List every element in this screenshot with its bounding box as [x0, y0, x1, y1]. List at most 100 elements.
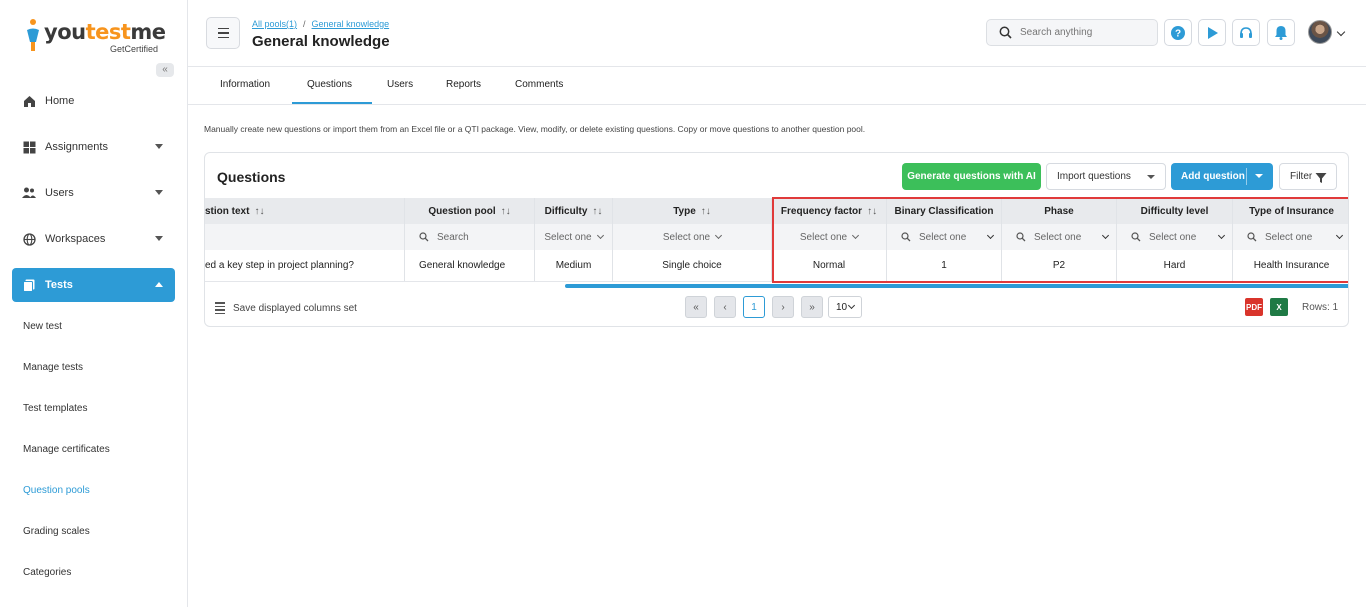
play-button[interactable] [1198, 19, 1226, 46]
sidebar-subitem-question-pools[interactable]: Question pools [23, 485, 90, 496]
page-title: General knowledge [252, 33, 390, 50]
column-header-phase[interactable]: Phase [1002, 198, 1117, 224]
horizontal-scrollbar[interactable] [565, 284, 1348, 288]
breadcrumb-current-link[interactable]: General knowledge [312, 19, 390, 29]
sidebar-subitem-test-templates[interactable]: Test templates [23, 403, 87, 414]
tab-reports[interactable]: Reports [446, 79, 481, 90]
filter-phase-select[interactable]: Select one [1002, 224, 1117, 250]
app: youtestme GetCertified « Home Assignment… [0, 0, 1366, 607]
questions-card: Questions Generate questions with AI Imp… [204, 152, 1349, 327]
sidebar: youtestme GetCertified « Home Assignment… [0, 0, 188, 607]
column-header-difficulty[interactable]: Difficulty ↑↓ [535, 198, 613, 224]
tab-questions[interactable]: Questions [307, 79, 352, 90]
tab-comments[interactable]: Comments [515, 79, 563, 90]
chevron-down-icon[interactable] [1255, 174, 1263, 178]
chevron-down-icon [847, 301, 856, 310]
top-header: All pools(1) / General knowledge General… [188, 0, 1366, 67]
search-icon [1247, 232, 1257, 242]
filter-type-of-insurance-select[interactable]: Select one [1233, 224, 1348, 250]
cell-frequency-factor: Normal [772, 250, 887, 281]
add-question-button[interactable]: Add question [1171, 163, 1273, 190]
sidebar-item-assignments[interactable]: Assignments [12, 130, 175, 164]
sidebar-item-label: Tests [45, 279, 73, 291]
chevron-down-icon [1217, 231, 1226, 240]
table-filter-row: Search Select one Select one Select one … [205, 224, 1348, 250]
filter-button[interactable]: Filter [1279, 163, 1337, 190]
chevron-down-icon[interactable] [1336, 27, 1346, 37]
column-header-type-of-insurance[interactable]: Type of Insurance [1233, 198, 1348, 224]
user-avatar[interactable] [1308, 20, 1332, 44]
filter-type-select[interactable]: Select one [613, 224, 772, 250]
column-header-binary-classification[interactable]: Binary Classification [887, 198, 1002, 224]
chevron-down-icon [155, 144, 163, 149]
support-button[interactable] [1232, 19, 1260, 46]
logo[interactable]: youtestme GetCertified [24, 18, 166, 58]
chevron-down-icon [1147, 175, 1155, 179]
export-excel-icon[interactable]: X [1270, 298, 1288, 316]
sidebar-item-workspaces[interactable]: Workspaces [12, 222, 175, 256]
current-page-button[interactable]: 1 [743, 296, 765, 318]
cell-binary-classification: 1 [887, 250, 1002, 281]
rows-count: Rows: 1 [1302, 302, 1339, 313]
filter-question-pool[interactable]: Search [405, 224, 535, 250]
save-columns-label: Save displayed columns set [233, 302, 357, 314]
sidebar-subitem-new-test[interactable]: New test [23, 321, 62, 332]
breadcrumb-all-pools-link[interactable]: All pools(1) [252, 19, 297, 29]
filter-difficulty-level-select[interactable]: Select one [1117, 224, 1233, 250]
cell-phase: P2 [1002, 250, 1117, 281]
search-icon [999, 26, 1012, 39]
cell-type-of-insurance: Health Insurance [1253, 260, 1330, 271]
import-questions-button[interactable]: Import questions [1046, 163, 1166, 190]
save-columns-set-button[interactable]: Save displayed columns set [215, 302, 357, 314]
sidebar-subitem-categories[interactable]: Categories [23, 567, 71, 578]
filter-difficulty-select[interactable]: Select one [535, 224, 613, 250]
menu-toggle-button[interactable] [206, 17, 240, 49]
chevron-down-icon [1335, 231, 1344, 240]
tab-information[interactable]: Information [220, 79, 270, 90]
cell-question-text: ed a key step in project planning? [205, 250, 405, 281]
filter-frequency-factor-select[interactable]: Select one [772, 224, 887, 250]
assignments-icon [22, 140, 36, 154]
sidebar-item-tests[interactable]: Tests [12, 268, 175, 302]
sidebar-item-home[interactable]: Home [12, 84, 175, 118]
logo-mark-icon [27, 19, 39, 51]
sidebar-subitem-manage-certificates[interactable]: Manage certificates [23, 444, 110, 455]
prev-page-button[interactable]: ‹ [714, 296, 736, 318]
chevron-down-icon [155, 236, 163, 241]
sidebar-subitem-manage-tests[interactable]: Manage tests [23, 362, 83, 373]
sidebar-subitem-grading-scales[interactable]: Grading scales [23, 526, 90, 537]
sidebar-item-label: Assignments [45, 141, 108, 153]
column-header-frequency-factor[interactable]: Frequency factor ↑↓ [772, 198, 887, 224]
column-header-question-pool[interactable]: Question pool ↑↓ [405, 198, 535, 224]
help-icon: ? [1171, 25, 1185, 40]
generate-questions-ai-button[interactable]: Generate questions with AI [902, 163, 1041, 190]
chevron-down-icon [1101, 231, 1110, 240]
filter-binary-classification-select[interactable]: Select one [887, 224, 1002, 250]
tab-users[interactable]: Users [387, 79, 413, 90]
first-page-button[interactable]: « [685, 296, 707, 318]
column-header-question-text[interactable]: stion text ↑↓ [205, 198, 405, 224]
add-question-label: Add question [1181, 171, 1245, 182]
column-header-type[interactable]: Type ↑↓ [613, 198, 772, 224]
next-page-button[interactable]: › [772, 296, 794, 318]
search-icon [901, 232, 911, 242]
filter-question-text[interactable] [205, 224, 405, 250]
chevron-down-icon [596, 231, 604, 240]
column-header-difficulty-level[interactable]: Difficulty level [1117, 198, 1233, 224]
card-title: Questions [217, 169, 286, 185]
notifications-button[interactable] [1267, 19, 1295, 46]
chevron-down-icon [715, 231, 723, 240]
search-input[interactable] [1020, 27, 1150, 38]
last-page-button[interactable]: » [801, 296, 823, 318]
help-button[interactable]: ? [1164, 19, 1192, 46]
sidebar-item-label: Users [45, 187, 74, 199]
search-icon [419, 232, 429, 242]
global-search[interactable] [986, 19, 1158, 46]
headset-icon [1240, 26, 1252, 38]
page-size-select[interactable]: 10 [828, 296, 862, 318]
sidebar-item-users[interactable]: Users [12, 176, 175, 210]
table-row[interactable]: ed a key step in project planning? Gener… [205, 250, 1348, 282]
export-pdf-icon[interactable]: PDF [1245, 298, 1263, 316]
collapse-sidebar-button[interactable]: « [156, 63, 174, 77]
list-icon [215, 302, 225, 314]
